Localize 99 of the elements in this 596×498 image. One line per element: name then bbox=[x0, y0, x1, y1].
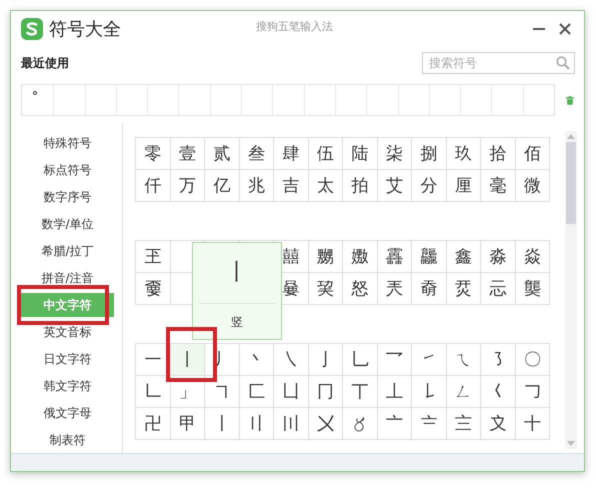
category-tab[interactable]: 日文字符 bbox=[21, 347, 114, 371]
symbol-cell[interactable]: 龑 bbox=[516, 273, 550, 305]
symbol-cell[interactable]: 伍 bbox=[308, 138, 343, 170]
symbol-cell[interactable]: 捌 bbox=[412, 138, 446, 170]
symbol-cell[interactable]: 淼 bbox=[481, 241, 516, 273]
symbol-cell[interactable]: 微 bbox=[516, 170, 550, 202]
symbol-cell[interactable]: 靐 bbox=[378, 241, 412, 273]
tooltip-name: 竖 bbox=[231, 314, 243, 331]
symbol-cell[interactable]: 〢 bbox=[240, 408, 274, 440]
symbol-cell[interactable]: 乚 bbox=[343, 344, 378, 376]
symbol-cell[interactable]: 分 bbox=[412, 170, 446, 202]
symbol-cell[interactable]: 鑫 bbox=[446, 241, 481, 273]
symbol-cell[interactable]: 丨 bbox=[170, 344, 205, 376]
symbol-cell[interactable]: 乛 bbox=[378, 344, 412, 376]
symbol-cell[interactable]: 嫑 bbox=[136, 273, 170, 305]
highlight-frame bbox=[166, 327, 217, 382]
symbol-cell[interactable]: 冂 bbox=[308, 376, 343, 408]
symbol-cell[interactable]: 〧 bbox=[412, 408, 446, 440]
symbol-cell[interactable]: 𠄌 bbox=[412, 376, 446, 408]
category-tab[interactable]: 英文音标 bbox=[21, 320, 114, 344]
category-tab[interactable]: 俄文字母 bbox=[21, 401, 114, 425]
symbol-cell[interactable]: 贰 bbox=[205, 138, 240, 170]
symbol-cell[interactable]: 〨 bbox=[446, 408, 481, 440]
symbol-cell[interactable]: 壹 bbox=[170, 138, 205, 170]
symbol-cell[interactable]: 丄 bbox=[378, 376, 412, 408]
symbol-cell[interactable]: 肆 bbox=[274, 138, 308, 170]
close-icon bbox=[559, 23, 571, 35]
symbol-cell[interactable]: 〩 bbox=[481, 408, 516, 440]
category-tab[interactable]: 数字序号 bbox=[21, 185, 114, 209]
symbol-cell[interactable]: 吉 bbox=[274, 170, 308, 202]
symbol-cell[interactable]: 巭 bbox=[308, 273, 343, 305]
symbol-cell[interactable]: 艾 bbox=[378, 170, 412, 202]
symbol-cell[interactable]: ㇀ bbox=[412, 344, 446, 376]
symbol-cell[interactable]: 龘 bbox=[412, 241, 446, 273]
window-subtitle: 搜狗五笔输入法 bbox=[256, 19, 333, 34]
symbol-cell[interactable]: 毫 bbox=[481, 170, 516, 202]
symbol-cell[interactable]: 玖 bbox=[446, 138, 481, 170]
symbol-cell[interactable]: 奣 bbox=[412, 273, 446, 305]
symbol-cell[interactable]: 〣 bbox=[274, 408, 308, 440]
symbol-cell[interactable]: 嫐 bbox=[343, 241, 378, 273]
symbol-cell[interactable]: 拾 bbox=[481, 138, 516, 170]
symbol-cell[interactable]: 零 bbox=[136, 138, 170, 170]
symbol-cell[interactable]: 亅 bbox=[308, 344, 343, 376]
symbol-cell[interactable]: 𠃌 bbox=[516, 376, 550, 408]
symbol-cell[interactable]: ㇕ bbox=[205, 376, 240, 408]
symbol-cell[interactable]: 卍 bbox=[136, 408, 170, 440]
symbol-cell[interactable]: 凵 bbox=[274, 376, 308, 408]
symbol-cell[interactable]: 万 bbox=[170, 170, 205, 202]
window-title: 符号大全 bbox=[49, 18, 121, 41]
symbol-cell[interactable]: 〤 bbox=[308, 408, 343, 440]
symbol-cell[interactable]: 拍 bbox=[343, 170, 378, 202]
symbol-cell[interactable]: 忈 bbox=[481, 273, 516, 305]
symbol-cell[interactable]: 甲 bbox=[170, 408, 205, 440]
scrollbar[interactable] bbox=[565, 131, 577, 449]
symbol-cell[interactable]: 烎 bbox=[446, 273, 481, 305]
section-label: 最近使用 bbox=[21, 54, 69, 72]
symbol-cell[interactable]: 玊 bbox=[136, 241, 170, 273]
symbol-cell[interactable]: 丅 bbox=[343, 376, 378, 408]
symbol-cell[interactable]: 佰 bbox=[516, 138, 550, 170]
symbol-cell[interactable]: 厘 bbox=[446, 170, 481, 202]
category-tab[interactable]: 拼音/注音 bbox=[21, 266, 114, 290]
category-tab[interactable]: 特殊符号 bbox=[21, 131, 114, 155]
category-tab[interactable]: 数学/单位 bbox=[21, 212, 114, 236]
symbol-cell[interactable]: 𡿨 bbox=[481, 376, 516, 408]
symbol-cell[interactable]: ㇌ bbox=[481, 344, 516, 376]
symbol-cell[interactable]: 怒 bbox=[343, 273, 378, 305]
symbol-cell[interactable]: 十 bbox=[516, 408, 550, 440]
trash-icon[interactable] bbox=[566, 94, 574, 106]
symbol-cell[interactable]: 亿 bbox=[205, 170, 240, 202]
search-icon bbox=[556, 56, 570, 70]
category-tab[interactable]: 希腊/拉丁 bbox=[21, 239, 114, 263]
symbol-cell[interactable]: 仟 bbox=[136, 170, 170, 202]
symbol-cell[interactable]: 焱 bbox=[516, 241, 550, 273]
symbol-cell[interactable]: ㄥ bbox=[446, 376, 481, 408]
symbol-cell[interactable]: 𠃊 bbox=[136, 376, 170, 408]
symbol-cell[interactable]: 陆 bbox=[343, 138, 378, 170]
scroll-down-icon[interactable] bbox=[567, 441, 575, 446]
search-field[interactable]: 搜索符号 bbox=[422, 52, 575, 74]
symbol-cell[interactable]: 嬲 bbox=[308, 241, 343, 273]
symbol-cell[interactable]: 匚 bbox=[240, 376, 274, 408]
category-tab[interactable]: 制表符 bbox=[21, 428, 114, 452]
symbol-cell[interactable]: 〡 bbox=[205, 408, 240, 440]
symbol-cell[interactable]: 兆 bbox=[240, 170, 274, 202]
symbol-cell[interactable]: 丶 bbox=[240, 344, 274, 376]
scrollbar-thumb[interactable] bbox=[566, 142, 576, 224]
category-tab[interactable]: 韩文字符 bbox=[21, 374, 114, 398]
recent-symbol-cell[interactable]: ° bbox=[22, 85, 54, 115]
symbol-cell[interactable]: 柒 bbox=[378, 138, 412, 170]
symbol-cell[interactable]: 〇 bbox=[516, 344, 550, 376]
symbol-cell[interactable]: 〥 bbox=[343, 408, 378, 440]
symbol-cell[interactable]: ㇏ bbox=[274, 344, 308, 376]
category-tab[interactable]: 标点符号 bbox=[21, 158, 114, 182]
scroll-up-icon[interactable] bbox=[567, 134, 575, 139]
symbol-cell[interactable]: 〦 bbox=[378, 408, 412, 440]
app-logo-icon bbox=[20, 17, 44, 41]
symbol-cell[interactable]: 兲 bbox=[378, 273, 412, 305]
symbol-cell[interactable]: 太 bbox=[308, 170, 343, 202]
symbol-cell[interactable]: 叁 bbox=[240, 138, 274, 170]
symbol-cell[interactable]: ㄟ bbox=[446, 344, 481, 376]
